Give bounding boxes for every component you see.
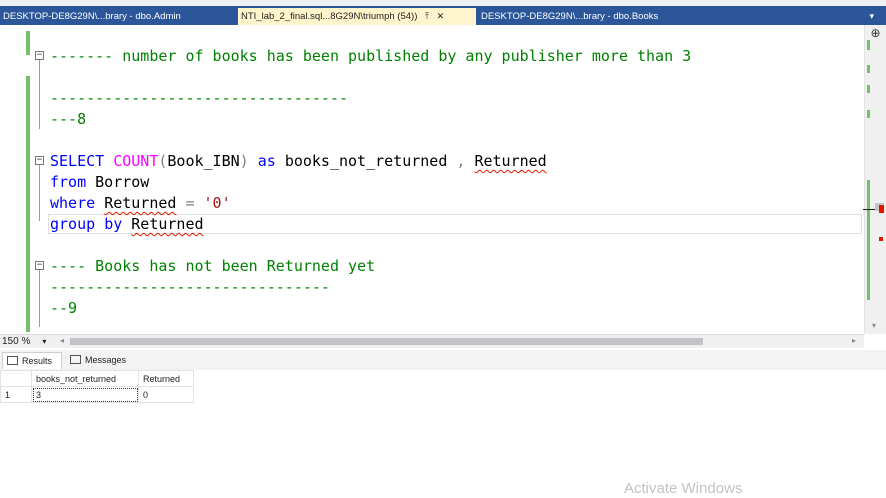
alias-books-not-returned: books_not_returned [284,152,448,170]
results-tab-strip: Results Messages [0,350,886,370]
header-row: books_not_returned Returned [0,370,194,387]
tab-label: DESKTOP-DE8G29N\...brary - dbo.Books [481,11,659,22]
keyword-by: by [104,215,123,233]
collapse-icon[interactable]: − [35,156,44,165]
tab-label: Results [22,356,53,366]
table-cell[interactable]: 0 [138,386,194,403]
table-borrow: Borrow [95,173,150,191]
keyword-as: as [257,152,276,170]
activation-watermark: Activate Windows [624,480,743,497]
tab-label: NTI_lab_2_final.sql...8G29N\triumph (54)… [241,11,418,22]
code-line-where: where Returned = '0' [50,193,231,213]
error-marker [879,237,883,241]
scroll-left-icon[interactable]: ◂ [60,336,64,345]
fold-guide [39,60,40,129]
function-count: COUNT [113,152,159,170]
tab-label: Messages [85,355,127,365]
code-line-comment: ---- Books has not been Returned yet [50,257,376,275]
change-marker [26,76,30,332]
scroll-change-marker [867,65,870,73]
collapse-icon[interactable]: − [35,261,44,270]
code-line-comment: ------- number of books has been publish… [50,47,692,65]
column-returned: Returned [104,194,177,212]
code-line-dashes: --------------------------------- [50,89,349,107]
scroll-change-marker [867,85,870,93]
results-grid: books_not_returned Returned 1 3 0 [0,370,886,498]
zoom-value: 150 % [2,336,31,347]
document-tab-bar: DESKTOP-DE8G29N\...brary - dbo.Admin NTI… [0,6,886,25]
close-icon[interactable]: ✕ [437,8,445,25]
row-number[interactable]: 1 [0,386,32,403]
scroll-change-marker [867,180,870,300]
tab-results[interactable]: Results [2,352,62,369]
scroll-down-icon[interactable]: ▾ [872,321,876,330]
equals-operator: = [185,194,195,212]
scroll-right-icon[interactable]: ▸ [852,336,856,345]
results-table: books_not_returned Returned 1 3 0 [0,370,194,403]
column-header[interactable]: books_not_returned [31,370,139,387]
tab-books-table[interactable]: DESKTOP-DE8G29N\...brary - dbo.Books [478,8,714,25]
row-number-header [0,370,32,387]
pin-icon[interactable]: ⤒ [425,8,429,25]
string-literal: '0' [203,194,231,212]
scroll-change-marker [867,110,870,118]
table-cell[interactable]: 3 [31,386,139,403]
split-window-icon[interactable]: ⊕ [869,27,882,39]
keyword-from: from [50,173,87,191]
tab-label: DESKTOP-DE8G29N\...brary - dbo.Admin [3,11,181,22]
close-paren: ) [239,152,249,170]
code-line-dashes: ------------------------------- [50,278,330,296]
chevron-down-icon: ▾ [42,337,47,346]
keyword-group: group [50,215,96,233]
code-line-section-number: --9 [50,299,78,317]
change-marker [26,31,30,55]
table-row: 1 3 0 [0,386,194,403]
messages-icon [70,355,81,364]
keyword-select: SELECT [50,152,105,170]
horizontal-scroll-thumb[interactable] [70,338,703,345]
scroll-change-marker [867,40,870,50]
editor-horizontal-bar: 150 % ▾ ◂ ▸ [0,334,864,348]
tab-overflow-icon[interactable]: ▾ [869,11,874,22]
column-returned: Returned [474,152,547,170]
keyword-where: where [50,194,96,212]
vertical-scrollbar[interactable]: ⊕ ▾ [863,25,886,334]
code-line-select: SELECT COUNT(Book_IBN) as books_not_retu… [50,151,547,171]
code-line-section-number: ---8 [50,110,87,128]
sql-editor[interactable]: − − − ------- number of books has been p… [0,25,886,334]
collapse-icon[interactable]: − [35,51,44,60]
column-book-ibn: Book_IBN [167,152,240,170]
fold-guide [39,165,40,221]
error-marker [879,205,884,213]
tab-admin-table[interactable]: DESKTOP-DE8G29N\...brary - dbo.Admin [0,8,236,25]
grid-icon [7,356,18,365]
code-line-group-by: group by Returned [50,214,204,234]
caret-position-marker [863,209,875,210]
column-header[interactable]: Returned [138,370,194,387]
zoom-dropdown[interactable]: 150 % ▾ [2,335,52,348]
tab-messages[interactable]: Messages [66,352,138,369]
tab-query-file[interactable]: NTI_lab_2_final.sql...8G29N\triumph (54)… [238,8,476,25]
column-returned: Returned [131,215,204,233]
fold-guide [39,270,40,327]
code-line-from: from Borrow [50,172,149,192]
